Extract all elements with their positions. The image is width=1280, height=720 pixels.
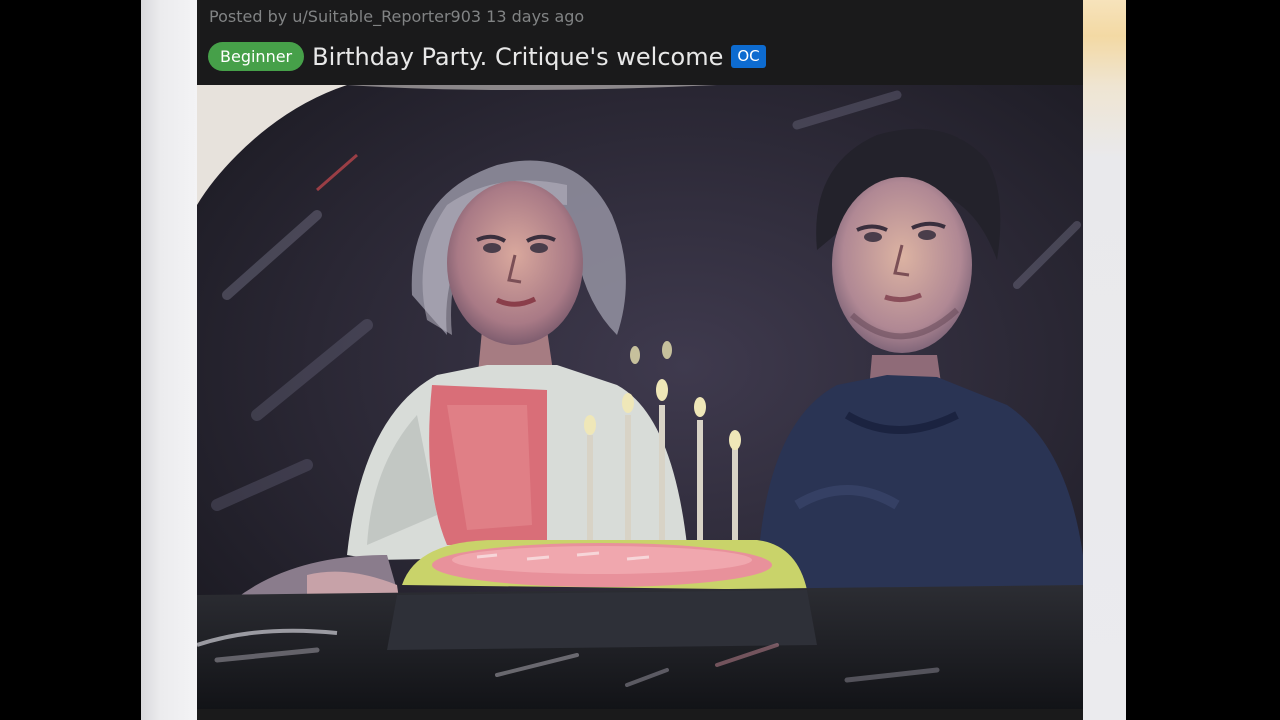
oc-badge: OC [731,45,766,68]
reddit-post: Posted by u/Suitable_Reporter903 13 days… [197,0,1083,720]
post-image[interactable] [197,85,1083,709]
post-title[interactable]: Birthday Party. Critique's welcome [312,43,723,71]
birthday-cake [402,540,807,590]
post-title-row: Beginner Birthday Party. Critique's welc… [208,41,766,72]
left-browser-margin [141,0,197,720]
post-meta[interactable]: Posted by u/Suitable_Reporter903 13 days… [209,7,584,26]
right-browser-margin [1083,0,1126,720]
flair-badge[interactable]: Beginner [208,42,305,71]
birthday-painting [197,85,1083,709]
